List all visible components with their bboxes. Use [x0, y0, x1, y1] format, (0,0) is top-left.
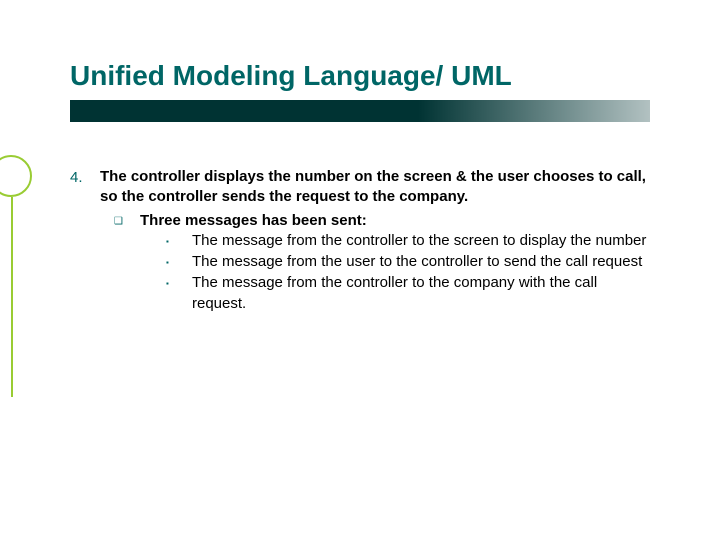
sub-sub-item: ▪ The message from the user to the contr… [166, 252, 650, 272]
small-square-bullet-icon: ▪ [166, 252, 192, 269]
sub-body: Three messages has been sent: ▪ The mess… [140, 211, 650, 315]
list-item-4: 4. The controller displays the number on… [70, 167, 650, 316]
sub-list: ❑ Three messages has been sent: ▪ The me… [100, 211, 650, 315]
list-number: 4. [70, 167, 100, 188]
small-square-bullet-icon: ▪ [166, 273, 192, 290]
small-square-bullet-icon: ▪ [166, 231, 192, 248]
slide-title: Unified Modeling Language/ UML [70, 60, 650, 92]
sub-sub-text: The message from the controller to the c… [192, 273, 650, 314]
sub-sub-text: The message from the controller to the s… [192, 231, 650, 251]
square-bullet-icon: ❑ [114, 211, 140, 229]
title-underline [70, 100, 650, 122]
slide: Unified Modeling Language/ UML 4. The co… [0, 0, 720, 540]
list-text: The controller displays the number on th… [100, 167, 650, 208]
decoration [0, 155, 32, 197]
sub-sub-item: ▪ The message from the controller to the… [166, 273, 650, 314]
content: 4. The controller displays the number on… [70, 167, 650, 316]
sub-sub-item: ▪ The message from the controller to the… [166, 231, 650, 251]
sub-item: ❑ Three messages has been sent: ▪ The me… [114, 211, 650, 315]
sub-sub-list: ▪ The message from the controller to the… [140, 231, 650, 314]
decoration-circle [0, 155, 32, 197]
sub-sub-text: The message from the user to the control… [192, 252, 650, 272]
list-body: The controller displays the number on th… [100, 167, 650, 316]
sub-text: Three messages has been sent: [140, 211, 650, 231]
decoration-line [11, 197, 13, 397]
